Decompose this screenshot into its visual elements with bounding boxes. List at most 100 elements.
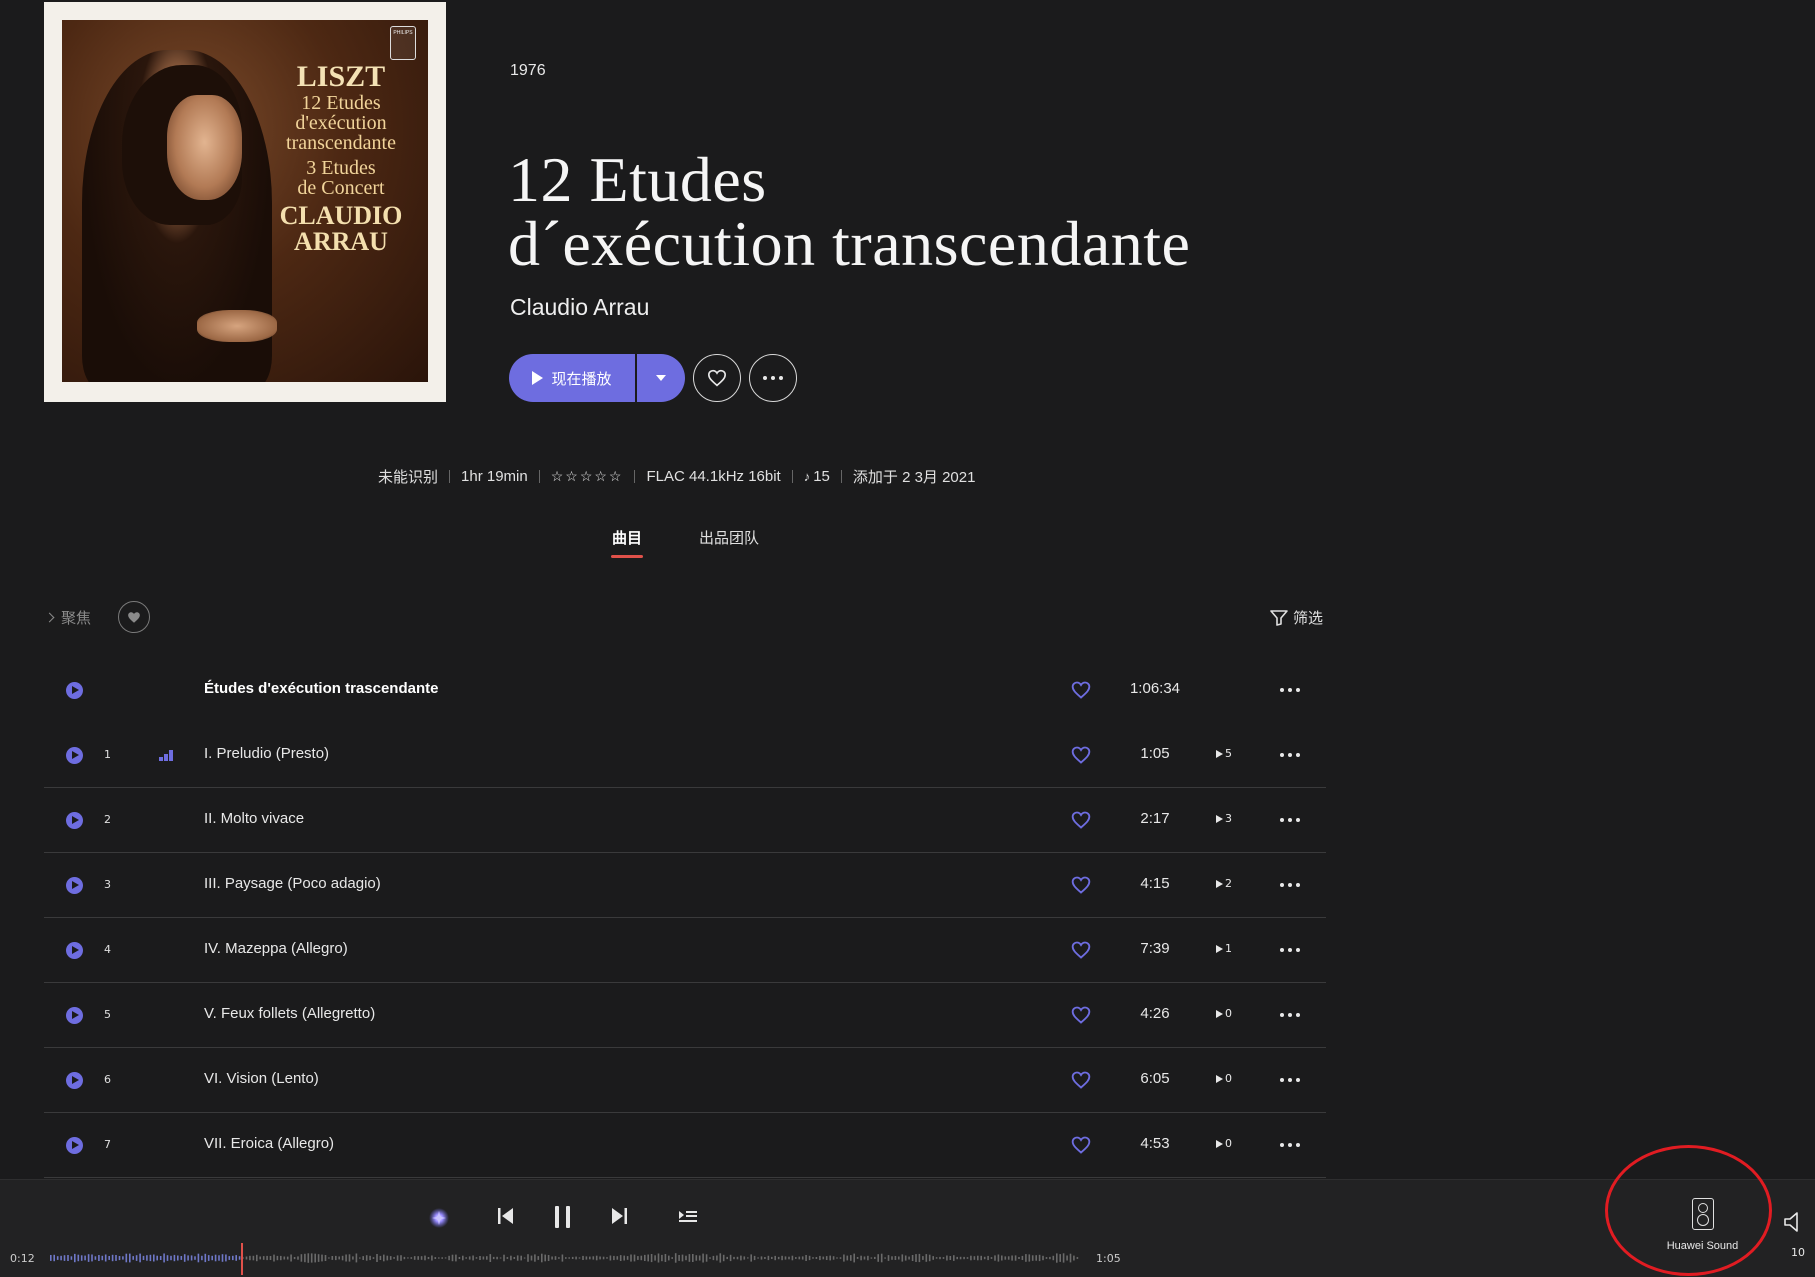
waveform-bar xyxy=(1066,1255,1068,1261)
track-row[interactable]: 1 I. Preludio (Presto) 1:05 5 xyxy=(44,723,1326,788)
more-horizontal-icon[interactable] xyxy=(1280,753,1300,757)
focus-toggle[interactable]: 聚焦 xyxy=(44,607,91,628)
tab-tracks[interactable]: 曲目 xyxy=(612,527,642,548)
heart-icon[interactable] xyxy=(1071,875,1091,895)
waveform-bar-played xyxy=(77,1254,80,1262)
more-horizontal-icon[interactable] xyxy=(1280,818,1300,822)
waveform-bar xyxy=(383,1254,385,1262)
album-artist-link[interactable]: Claudio Arrau xyxy=(510,294,649,321)
play-track-icon[interactable] xyxy=(66,812,83,829)
play-count-icon xyxy=(1216,1074,1223,1083)
play-now-button[interactable]: 现在播放 xyxy=(509,354,635,402)
play-work-icon[interactable] xyxy=(66,682,83,699)
waveform-bar xyxy=(781,1255,783,1261)
track-title[interactable]: II. Molto vivace xyxy=(204,810,304,827)
play-options-dropdown[interactable] xyxy=(637,354,685,402)
previous-track-icon[interactable] xyxy=(496,1203,516,1229)
waveform-bar xyxy=(551,1256,553,1260)
track-row[interactable]: 6 VI. Vision (Lento) 6:05 0 xyxy=(44,1048,1326,1113)
waveform-bar xyxy=(959,1256,962,1260)
track-row[interactable]: 3 III. Paysage (Poco adagio) 4:15 2 xyxy=(44,853,1326,918)
track-row[interactable]: 4 IV. Mazeppa (Allegro) 7:39 1 xyxy=(44,918,1326,983)
play-count: 0 xyxy=(1216,1137,1232,1150)
waveform-bar xyxy=(750,1254,752,1262)
playhead[interactable] xyxy=(240,1243,243,1275)
play-track-icon[interactable] xyxy=(66,877,83,894)
more-horizontal-icon[interactable] xyxy=(1280,688,1300,692)
track-title[interactable]: I. Preludio (Presto) xyxy=(204,745,329,762)
waveform-bar-played xyxy=(101,1255,104,1261)
favorites-filter-button[interactable] xyxy=(118,601,150,633)
waveform-bar xyxy=(716,1255,718,1261)
volume-icon[interactable] xyxy=(1783,1210,1805,1234)
play-count-icon xyxy=(1216,1139,1223,1148)
waveform-bar xyxy=(369,1255,371,1261)
waveform-bar xyxy=(939,1256,941,1260)
tab-credits[interactable]: 出品团队 xyxy=(699,527,759,548)
audio-format: FLAC 44.1kHz 16bit xyxy=(646,468,781,485)
favorite-album-button[interactable] xyxy=(693,354,741,402)
work-header-row[interactable]: Études d'exécution trascendante 1:06:34 xyxy=(44,658,1326,723)
play-track-icon[interactable] xyxy=(66,1007,83,1024)
heart-icon[interactable] xyxy=(1071,745,1091,765)
cover-performer: ARRAU xyxy=(294,227,388,257)
play-track-icon[interactable] xyxy=(66,1072,83,1089)
waveform-bar xyxy=(262,1256,265,1260)
more-horizontal-icon[interactable] xyxy=(1280,883,1300,887)
track-title[interactable]: IV. Mazeppa (Allegro) xyxy=(204,940,348,957)
track-number: 6 xyxy=(104,1073,111,1086)
waveform-bar xyxy=(891,1256,893,1260)
pause-icon[interactable] xyxy=(552,1203,574,1231)
track-number: 3 xyxy=(104,878,111,891)
waveform-bar xyxy=(619,1255,622,1261)
track-title[interactable]: III. Paysage (Poco adagio) xyxy=(204,875,381,892)
track-row[interactable]: 7 VII. Eroica (Allegro) 4:53 0 xyxy=(44,1113,1326,1178)
waveform-bar xyxy=(293,1257,296,1260)
waveform-bar xyxy=(393,1257,395,1259)
next-track-icon[interactable] xyxy=(609,1203,629,1229)
waveform-bar-played xyxy=(50,1255,52,1261)
heart-icon[interactable] xyxy=(1071,1135,1091,1155)
more-horizontal-icon[interactable] xyxy=(1280,948,1300,952)
more-horizontal-icon[interactable] xyxy=(1280,1143,1300,1147)
waveform-bar xyxy=(953,1255,955,1261)
play-count-value: 3 xyxy=(1225,812,1232,825)
heart-icon[interactable] xyxy=(1071,1070,1091,1090)
waveform-bar xyxy=(438,1257,440,1259)
waveform-seekbar[interactable] xyxy=(50,1245,1080,1271)
track-title[interactable]: VII. Eroica (Allegro) xyxy=(204,1135,334,1152)
waveform-bar xyxy=(1052,1255,1055,1261)
play-track-icon[interactable] xyxy=(66,1137,83,1154)
annotation-circle xyxy=(1605,1145,1772,1276)
sparkle-icon[interactable] xyxy=(428,1207,450,1229)
chevron-down-icon xyxy=(656,375,666,381)
waveform-bar xyxy=(884,1257,886,1259)
waveform-bar-played xyxy=(235,1255,237,1261)
track-row[interactable]: 2 II. Molto vivace 2:17 3 xyxy=(44,788,1326,853)
heart-icon[interactable] xyxy=(1071,810,1091,830)
track-title[interactable]: V. Feux follets (Allegretto) xyxy=(204,1005,375,1022)
play-track-icon[interactable] xyxy=(66,942,83,959)
more-horizontal-icon[interactable] xyxy=(1280,1078,1300,1082)
waveform-bar-played xyxy=(207,1255,210,1261)
filter-button[interactable]: 筛选 xyxy=(1270,607,1323,628)
waveform-bar-played xyxy=(190,1255,193,1261)
more-horizontal-icon[interactable] xyxy=(1280,1013,1300,1017)
waveform-bar xyxy=(709,1257,711,1259)
rating-stars[interactable]: ☆☆☆☆☆ xyxy=(551,468,624,485)
more-options-button[interactable] xyxy=(749,354,797,402)
play-track-icon[interactable] xyxy=(66,747,83,764)
waveform-bar xyxy=(1028,1254,1031,1262)
waveform-bar xyxy=(571,1256,574,1259)
queue-icon[interactable] xyxy=(676,1203,700,1229)
track-title[interactable]: VI. Vision (Lento) xyxy=(204,1070,319,1087)
waveform-bar-played xyxy=(87,1254,90,1262)
waveform-bar xyxy=(970,1255,972,1261)
waveform-bar-played xyxy=(170,1255,172,1261)
album-cover[interactable]: PHILIPS LISZT 12 Etudes d'exécution tran… xyxy=(44,2,446,402)
track-row[interactable]: 5 V. Feux follets (Allegretto) 4:26 0 xyxy=(44,983,1326,1048)
waveform-bar-played xyxy=(63,1255,66,1261)
heart-icon[interactable] xyxy=(1071,1005,1091,1025)
heart-icon[interactable] xyxy=(1071,940,1091,960)
heart-icon[interactable] xyxy=(1071,680,1091,700)
